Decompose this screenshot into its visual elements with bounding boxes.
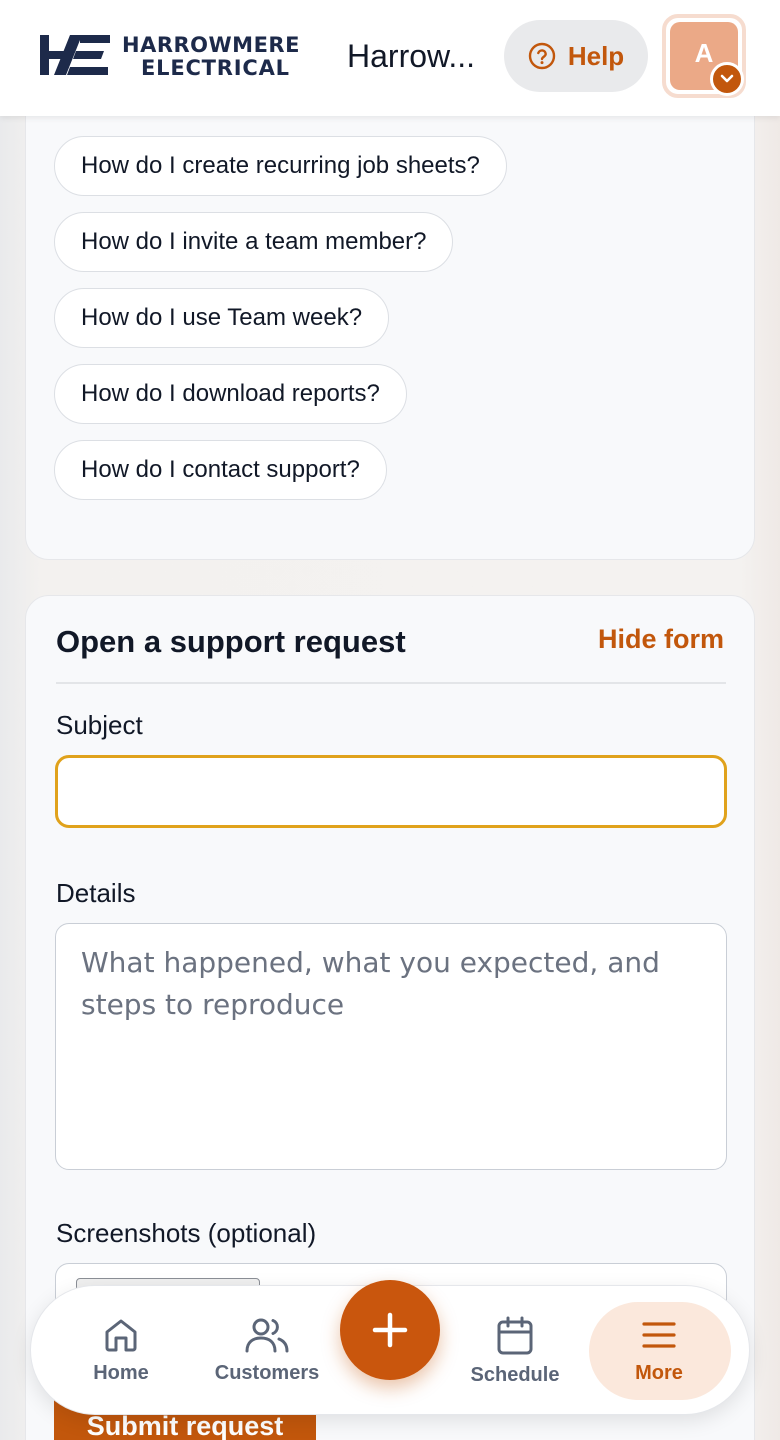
nav-item-home[interactable]: Home <box>81 1286 161 1416</box>
workspace-name[interactable]: Harrow... <box>347 38 475 75</box>
app-header: HARROWMERE ELECTRICAL Harrow... Help A <box>0 0 780 116</box>
details-label: Details <box>56 878 136 908</box>
nav-item-schedule[interactable]: Schedule <box>461 1286 569 1416</box>
details-textarea[interactable] <box>55 923 727 1170</box>
suggestion-chip-download-reports[interactable]: How do I download reports? <box>54 364 407 424</box>
nav-label-schedule: Schedule <box>470 1364 560 1386</box>
create-new-button[interactable] <box>340 1280 440 1380</box>
hide-form-link[interactable]: Hide form <box>598 624 724 655</box>
calendar-icon <box>497 1316 533 1355</box>
chevron-down-icon[interactable] <box>710 62 744 96</box>
suggestion-chip-team-week[interactable]: How do I use Team week? <box>54 288 390 348</box>
subject-input[interactable] <box>55 755 727 828</box>
divider <box>56 682 726 684</box>
nav-item-more[interactable]: More <box>609 1286 709 1416</box>
suggestion-chip-recurring-job-sheets[interactable]: How do I create recurring job sheets? <box>54 136 507 196</box>
question-circle-icon <box>528 42 556 70</box>
subject-label: Subject <box>56 710 143 740</box>
nav-item-customers[interactable]: Customers <box>207 1286 327 1416</box>
suggestion-chip-invite-team-member[interactable]: How do I invite a team member? <box>54 212 454 272</box>
screenshots-label: Screenshots (optional) <box>56 1218 317 1248</box>
brand-name: HARROWMERE <box>122 33 300 57</box>
nav-label-more: More <box>635 1362 683 1384</box>
company-logo[interactable] <box>40 32 112 78</box>
user-menu[interactable]: A <box>662 14 746 98</box>
users-icon <box>245 1318 289 1353</box>
help-button[interactable]: Help <box>504 20 648 92</box>
nav-label-customers: Customers <box>214 1362 320 1384</box>
brand-subtitle: ELECTRICAL <box>141 56 290 80</box>
nav-label-home: Home <box>93 1362 149 1384</box>
form-title: Open a support request <box>56 624 406 659</box>
help-label: Help <box>567 40 625 71</box>
suggestion-chip-contact-support[interactable]: How do I contact support? <box>54 440 387 500</box>
avatar-initial: A <box>694 37 714 68</box>
plus-icon <box>372 1312 408 1348</box>
home-icon <box>105 1319 137 1352</box>
menu-icon <box>642 1322 676 1348</box>
